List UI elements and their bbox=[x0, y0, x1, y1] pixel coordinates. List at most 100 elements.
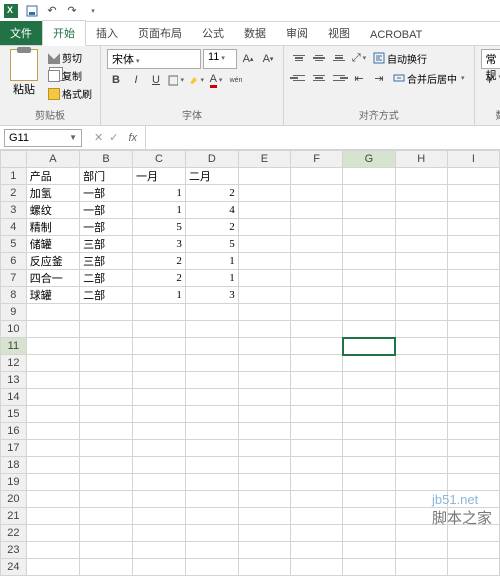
cell-H24[interactable] bbox=[395, 559, 447, 576]
cell-E22[interactable] bbox=[238, 525, 290, 542]
row-header-3[interactable]: 3 bbox=[1, 202, 27, 219]
row-header-13[interactable]: 13 bbox=[1, 372, 27, 389]
cell-G18[interactable] bbox=[343, 457, 395, 474]
cell-I8[interactable] bbox=[447, 287, 499, 304]
cell-F4[interactable] bbox=[291, 219, 343, 236]
cell-D18[interactable] bbox=[185, 457, 238, 474]
cell-A5[interactable]: 储罐 bbox=[26, 236, 79, 253]
qat-customize-icon[interactable] bbox=[84, 3, 100, 19]
cell-H1[interactable] bbox=[395, 168, 447, 185]
cell-F19[interactable] bbox=[291, 474, 343, 491]
cell-B8[interactable]: 二部 bbox=[80, 287, 133, 304]
cell-C20[interactable] bbox=[132, 491, 185, 508]
row-header-15[interactable]: 15 bbox=[1, 406, 27, 423]
cell-B3[interactable]: 一部 bbox=[80, 202, 133, 219]
cell-B12[interactable] bbox=[80, 355, 133, 372]
cell-E3[interactable] bbox=[238, 202, 290, 219]
cell-A15[interactable] bbox=[26, 406, 79, 423]
cell-B2[interactable]: 一部 bbox=[80, 185, 133, 202]
cell-F2[interactable] bbox=[291, 185, 343, 202]
cell-B1[interactable]: 部门 bbox=[80, 168, 133, 185]
select-all-corner[interactable] bbox=[1, 151, 27, 168]
cell-A18[interactable] bbox=[26, 457, 79, 474]
cell-I19[interactable] bbox=[447, 474, 499, 491]
col-header-H[interactable]: H bbox=[395, 151, 447, 168]
font-color-button[interactable]: A bbox=[207, 71, 225, 89]
cell-D23[interactable] bbox=[185, 542, 238, 559]
row-header-22[interactable]: 22 bbox=[1, 525, 27, 542]
cell-H18[interactable] bbox=[395, 457, 447, 474]
cell-E17[interactable] bbox=[238, 440, 290, 457]
cell-I7[interactable] bbox=[447, 270, 499, 287]
cell-C11[interactable] bbox=[132, 338, 185, 355]
border-button[interactable] bbox=[167, 71, 185, 89]
cell-E10[interactable] bbox=[238, 321, 290, 338]
cell-A22[interactable] bbox=[26, 525, 79, 542]
cell-F11[interactable] bbox=[291, 338, 343, 355]
cell-E1[interactable] bbox=[238, 168, 290, 185]
cell-H10[interactable] bbox=[395, 321, 447, 338]
cell-C23[interactable] bbox=[132, 542, 185, 559]
tab-review[interactable]: 审阅 bbox=[276, 21, 318, 45]
cell-D22[interactable] bbox=[185, 525, 238, 542]
cell-B16[interactable] bbox=[80, 423, 133, 440]
cell-I17[interactable] bbox=[447, 440, 499, 457]
cell-F14[interactable] bbox=[291, 389, 343, 406]
cell-I14[interactable] bbox=[447, 389, 499, 406]
cell-E6[interactable] bbox=[238, 253, 290, 270]
cell-E21[interactable] bbox=[238, 508, 290, 525]
cell-C10[interactable] bbox=[132, 321, 185, 338]
cell-B10[interactable] bbox=[80, 321, 133, 338]
cell-E8[interactable] bbox=[238, 287, 290, 304]
cell-C13[interactable] bbox=[132, 372, 185, 389]
cell-A10[interactable] bbox=[26, 321, 79, 338]
cut-button[interactable]: 剪切 bbox=[46, 49, 94, 66]
cell-A23[interactable] bbox=[26, 542, 79, 559]
cell-H19[interactable] bbox=[395, 474, 447, 491]
row-header-9[interactable]: 9 bbox=[1, 304, 27, 321]
cell-H23[interactable] bbox=[395, 542, 447, 559]
tab-insert[interactable]: 插入 bbox=[86, 21, 128, 45]
cell-F16[interactable] bbox=[291, 423, 343, 440]
col-header-G[interactable]: G bbox=[343, 151, 395, 168]
cell-D5[interactable]: 5 bbox=[185, 236, 238, 253]
cell-A13[interactable] bbox=[26, 372, 79, 389]
cell-D11[interactable] bbox=[185, 338, 238, 355]
cell-D1[interactable]: 二月 bbox=[185, 168, 238, 185]
col-header-F[interactable]: F bbox=[291, 151, 343, 168]
row-header-10[interactable]: 10 bbox=[1, 321, 27, 338]
cell-A3[interactable]: 螺纹 bbox=[26, 202, 79, 219]
cell-B19[interactable] bbox=[80, 474, 133, 491]
grid[interactable]: ABCDEFGHI1产品部门一月二月2加氢一部123螺纹一部144精制一部525… bbox=[0, 150, 500, 576]
cell-H8[interactable] bbox=[395, 287, 447, 304]
cell-B22[interactable] bbox=[80, 525, 133, 542]
cell-B15[interactable] bbox=[80, 406, 133, 423]
row-header-21[interactable]: 21 bbox=[1, 508, 27, 525]
cell-D16[interactable] bbox=[185, 423, 238, 440]
format-painter-button[interactable]: 格式刷 bbox=[46, 85, 94, 102]
name-box[interactable]: G11 ▼ bbox=[4, 129, 82, 147]
cell-A4[interactable]: 精制 bbox=[26, 219, 79, 236]
cell-I9[interactable] bbox=[447, 304, 499, 321]
cell-G10[interactable] bbox=[343, 321, 395, 338]
cell-F24[interactable] bbox=[291, 559, 343, 576]
cancel-icon[interactable]: ✕ bbox=[94, 131, 103, 144]
cell-I15[interactable] bbox=[447, 406, 499, 423]
col-header-C[interactable]: C bbox=[132, 151, 185, 168]
cell-A7[interactable]: 四合一 bbox=[26, 270, 79, 287]
row-header-2[interactable]: 2 bbox=[1, 185, 27, 202]
cell-C3[interactable]: 1 bbox=[132, 202, 185, 219]
merge-center-button[interactable]: 合并后居中 bbox=[390, 70, 468, 87]
cell-B6[interactable]: 三部 bbox=[80, 253, 133, 270]
cell-E19[interactable] bbox=[238, 474, 290, 491]
cell-G12[interactable] bbox=[343, 355, 395, 372]
fx-icon[interactable]: fx bbox=[128, 132, 137, 144]
cell-F7[interactable] bbox=[291, 270, 343, 287]
cell-G14[interactable] bbox=[343, 389, 395, 406]
cell-I11[interactable] bbox=[447, 338, 499, 355]
cell-C2[interactable]: 1 bbox=[132, 185, 185, 202]
cell-C15[interactable] bbox=[132, 406, 185, 423]
cell-A17[interactable] bbox=[26, 440, 79, 457]
cell-H15[interactable] bbox=[395, 406, 447, 423]
cell-I2[interactable] bbox=[447, 185, 499, 202]
